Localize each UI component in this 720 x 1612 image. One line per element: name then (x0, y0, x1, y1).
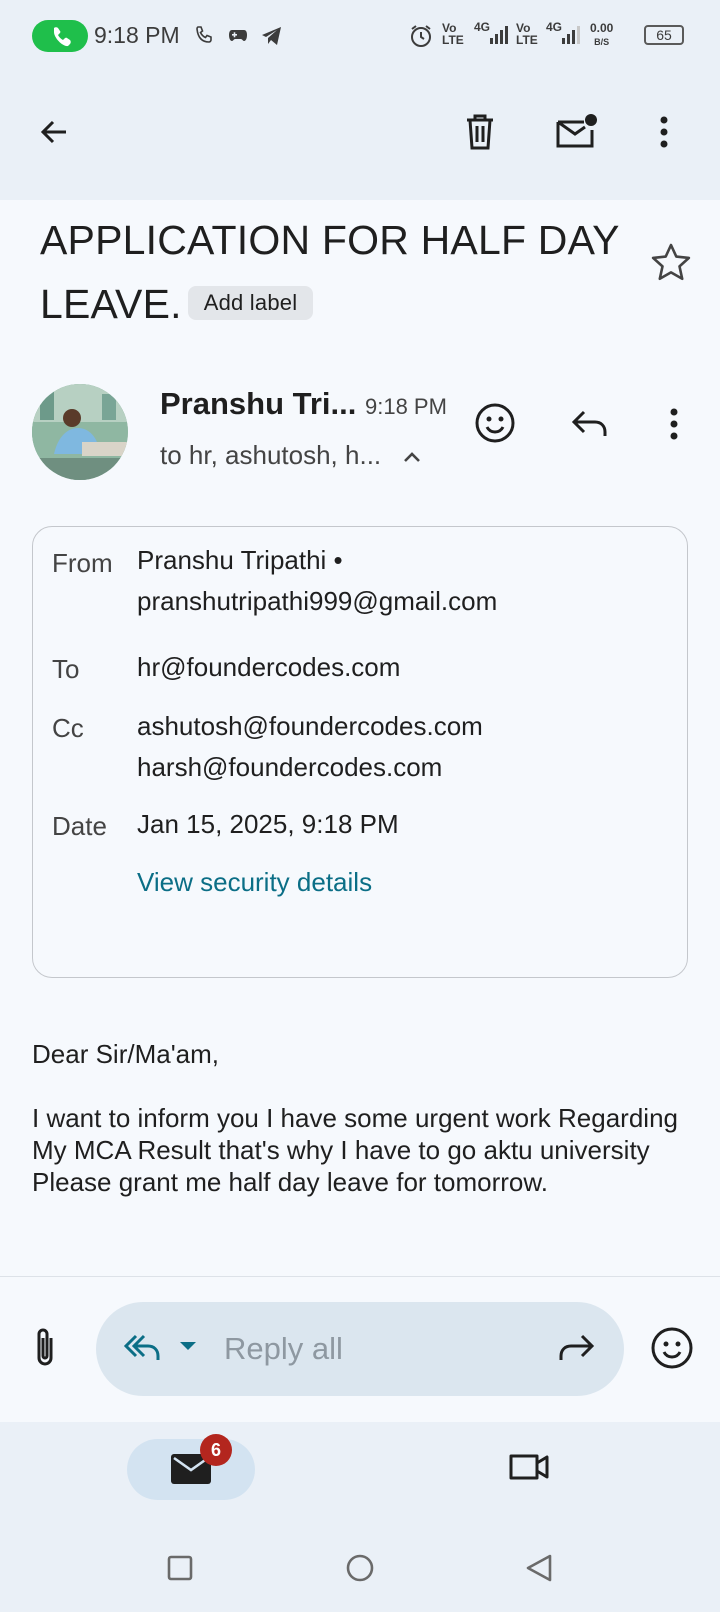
divider (0, 1276, 720, 1277)
star-outline-icon (651, 243, 691, 281)
to-value[interactable]: hr@foundercodes.com (137, 654, 400, 680)
alarm-icon (411, 25, 431, 47)
recipients-summary[interactable]: to hr, ashutosh, h... (160, 440, 422, 471)
circle-icon (346, 1554, 374, 1582)
gamepad-icon (229, 30, 247, 41)
reply-icon (571, 410, 607, 436)
to-label: To (52, 654, 80, 684)
volte-indicator-2: Vo LTE (516, 21, 538, 47)
recipients-text: to hr, ashutosh, h... (160, 440, 382, 470)
delete-button[interactable] (456, 108, 504, 156)
video-camera-icon (509, 1454, 549, 1480)
smiley-icon (651, 1327, 693, 1369)
arrow-back-icon (40, 120, 66, 144)
meet-tab[interactable] (508, 1450, 550, 1489)
triangle-back-icon (526, 1554, 552, 1582)
emoji-react-button[interactable] (474, 402, 516, 449)
net-speed: 0.00 B/S (590, 21, 614, 48)
cc-label: Cc (52, 713, 84, 743)
forward-button[interactable] (556, 1330, 596, 1369)
trash-icon (467, 114, 493, 150)
reply-all-icon (123, 1334, 196, 1360)
email-time: 9:18 PM (365, 394, 447, 419)
phone-icon (54, 27, 71, 47)
square-icon (167, 1555, 193, 1581)
reply-placeholder: Reply all (224, 1331, 343, 1366)
star-button[interactable] (650, 242, 692, 289)
more-vert-icon (660, 116, 668, 148)
email-greeting: Dear Sir/Ma'am, (32, 1039, 220, 1069)
signal-strength-icon-2 (562, 26, 580, 44)
paperclip-icon (37, 1328, 53, 1366)
reply-button[interactable] (570, 406, 610, 445)
from-label: From (52, 548, 113, 578)
system-back-button[interactable] (524, 1552, 554, 1589)
more-vert-icon (670, 408, 678, 440)
chevron-up-icon (404, 452, 421, 463)
smiley-icon (475, 403, 515, 443)
active-call-indicator[interactable] (32, 20, 88, 52)
home-button[interactable] (344, 1552, 376, 1589)
attach-button[interactable] (30, 1326, 60, 1375)
message-more-button[interactable] (668, 406, 680, 447)
cc-value-2[interactable]: harsh@foundercodes.com (137, 754, 442, 780)
battery-indicator: 65 (644, 25, 684, 45)
phone-outline-icon (196, 26, 212, 43)
mark-unread-button[interactable] (552, 108, 600, 156)
add-label-button[interactable]: Add label (187, 286, 314, 321)
avatar-photo (32, 384, 128, 480)
status-time: 9:18 PM (94, 22, 180, 48)
sender-avatar[interactable] (32, 384, 128, 480)
view-security-details-link[interactable]: View security details (137, 869, 372, 895)
mail-unread-icon (556, 114, 597, 148)
more-options-button[interactable] (640, 108, 688, 156)
from-email[interactable]: pranshutripathi999@gmail.com (137, 588, 497, 614)
back-button[interactable] (30, 108, 78, 156)
cc-value-1[interactable]: ashutosh@foundercodes.com (137, 713, 483, 739)
forward-icon (559, 1334, 595, 1360)
volte-indicator-1: Vo LTE (442, 21, 464, 47)
reply-all-mode-button[interactable] (122, 1330, 202, 1371)
date-value: Jan 15, 2025, 9:18 PM (137, 809, 399, 839)
email-body-text: I want to inform you I have some urgent … (32, 1103, 678, 1197)
signal-strength-icon-1 (490, 26, 508, 44)
email-body: Dear Sir/Ma'am, I want to inform you I h… (32, 1038, 692, 1198)
date-label: Date (52, 811, 107, 841)
unread-badge: 6 (200, 1434, 232, 1466)
email-subject: APPLICATION FOR HALF DAY LEAVE. Add label (40, 208, 640, 336)
recents-button[interactable] (166, 1554, 194, 1587)
telegram-icon (262, 27, 281, 45)
emoji-button[interactable] (650, 1326, 694, 1375)
subject-text: APPLICATION FOR HALF DAY LEAVE. (40, 217, 619, 327)
from-name: Pranshu Tripathi • (137, 545, 343, 575)
sender-name[interactable]: Pranshu Tri... (160, 386, 356, 422)
